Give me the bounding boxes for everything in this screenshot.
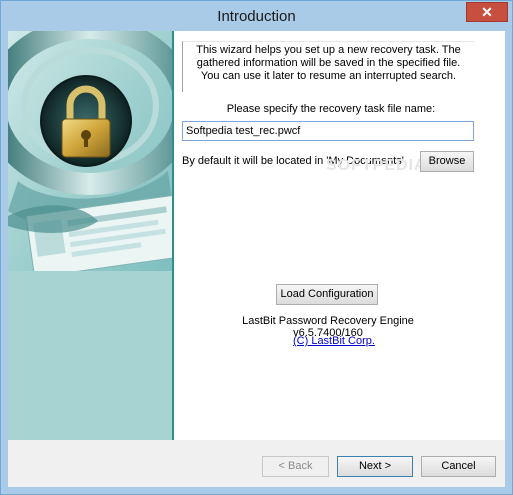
padlock-illustration [8, 31, 172, 440]
browse-button[interactable]: Browse [420, 151, 474, 172]
title-bar: Introduction ✕ [1, 1, 512, 31]
cancel-button[interactable]: Cancel [421, 456, 496, 477]
wizard-client-area: This wizard helps you set up a new recov… [8, 31, 505, 487]
load-configuration-button[interactable]: Load Configuration [276, 284, 378, 305]
task-file-input[interactable] [182, 121, 474, 141]
window-title: Introduction [217, 8, 296, 25]
lastbit-corp-link[interactable]: (C) LastBit Corp. [293, 335, 375, 347]
intro-description: This wizard helps you set up a new recov… [182, 41, 474, 92]
next-button[interactable]: Next > [337, 456, 413, 477]
side-image-divider [172, 31, 174, 440]
file-name-label: Please specify the recovery task file na… [226, 103, 436, 115]
back-button[interactable]: < Back [262, 456, 329, 477]
close-button[interactable]: ✕ [466, 2, 508, 22]
wizard-page: This wizard helps you set up a new recov… [8, 31, 505, 440]
softpedia-watermark: SOFTPEDIA [326, 157, 427, 174]
wizard-side-image [8, 31, 172, 440]
wizard-window: Introduction ✕ This wizard helps you set… [0, 0, 513, 495]
